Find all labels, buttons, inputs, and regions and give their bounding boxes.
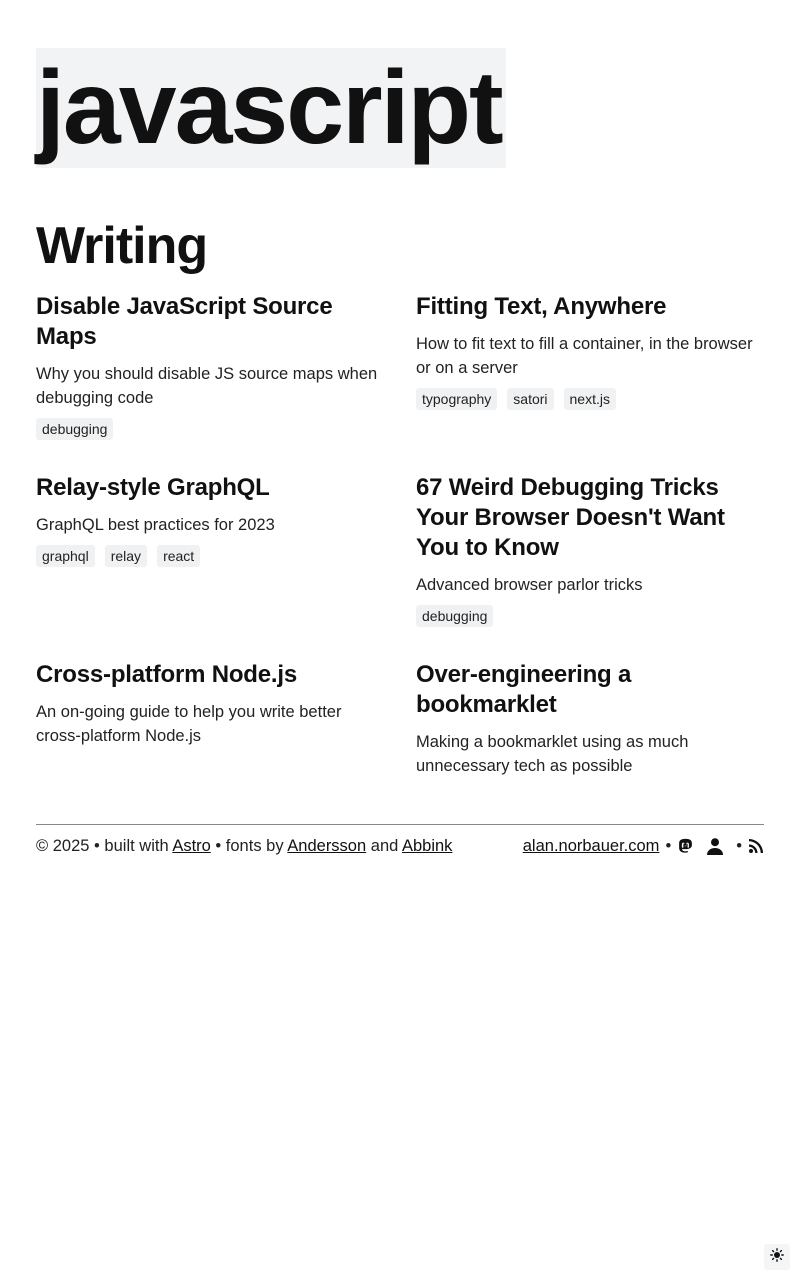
post-card[interactable]: Cross-platform Node.js An on-going guide… bbox=[36, 660, 384, 748]
tag-list: graphql relay react bbox=[36, 545, 384, 567]
person-icon[interactable] bbox=[706, 837, 724, 855]
post-card[interactable]: Disable JavaScript Source Maps Why you s… bbox=[36, 292, 384, 440]
post-title[interactable]: Fitting Text, Anywhere bbox=[416, 292, 764, 322]
built-with-text: built with bbox=[104, 837, 169, 855]
separator: • bbox=[215, 837, 222, 855]
astro-link[interactable]: Astro bbox=[172, 837, 211, 855]
tag[interactable]: debugging bbox=[36, 418, 114, 440]
andersson-link[interactable]: Andersson bbox=[287, 837, 366, 855]
post-card[interactable]: 67 Weird Debugging Tricks Your Browser D… bbox=[416, 473, 764, 627]
tag[interactable]: next.js bbox=[563, 388, 616, 410]
tag-list: debugging bbox=[36, 418, 384, 440]
footer: © 2025 • built with Astro • fonts by And… bbox=[36, 824, 764, 857]
post-title[interactable]: Over-engineering a bookmarklet bbox=[416, 660, 764, 720]
post-title[interactable]: 67 Weird Debugging Tricks Your Browser D… bbox=[416, 473, 764, 563]
fonts-by-text: fonts by bbox=[225, 837, 284, 855]
post-description: Why you should disable JS source maps wh… bbox=[36, 365, 378, 407]
tag[interactable]: relay bbox=[104, 545, 148, 567]
tag-list: typography satori next.js bbox=[416, 388, 764, 410]
separator: • bbox=[94, 837, 100, 855]
post-description: An on-going guide to help you write bett… bbox=[36, 703, 342, 745]
hero-banner: javascript bbox=[36, 48, 506, 168]
post-description: How to fit text to fill a container, in … bbox=[416, 335, 753, 377]
tag[interactable]: react bbox=[157, 545, 201, 567]
footer-links: alan.norbauer.com • • bbox=[523, 835, 764, 857]
sun-icon bbox=[770, 1247, 784, 1267]
tag[interactable]: typography bbox=[416, 388, 498, 410]
separator: • bbox=[665, 837, 672, 855]
post-description: Advanced browser parlor tricks bbox=[416, 576, 643, 594]
tag[interactable]: satori bbox=[507, 388, 554, 410]
abbink-link[interactable]: Abbink bbox=[402, 837, 452, 855]
tag[interactable]: graphql bbox=[36, 545, 95, 567]
theme-toggle-button[interactable] bbox=[764, 1244, 790, 1270]
post-card[interactable]: Relay-style GraphQL GraphQL best practic… bbox=[36, 473, 384, 567]
footer-credits: © 2025 • built with Astro • fonts by And… bbox=[36, 835, 452, 857]
post-title[interactable]: Cross-platform Node.js bbox=[36, 660, 384, 690]
post-card[interactable]: Fitting Text, Anywhere How to fit text t… bbox=[416, 292, 764, 410]
post-description: Making a bookmarklet using as much unnec… bbox=[416, 733, 689, 775]
tag[interactable]: debugging bbox=[416, 605, 494, 627]
post-title[interactable]: Disable JavaScript Source Maps bbox=[36, 292, 384, 352]
site-link[interactable]: alan.norbauer.com bbox=[523, 835, 660, 857]
post-card[interactable]: Over-engineering a bookmarklet Making a … bbox=[416, 660, 764, 778]
tag-list: debugging bbox=[416, 605, 764, 627]
post-title[interactable]: Relay-style GraphQL bbox=[36, 473, 384, 503]
post-description: GraphQL best practices for 2023 bbox=[36, 516, 275, 534]
section-title: Writing bbox=[36, 217, 208, 275]
copyright-text: © 2025 bbox=[36, 837, 90, 855]
mastodon-icon[interactable] bbox=[677, 838, 694, 855]
separator: • bbox=[736, 837, 742, 855]
rss-icon[interactable] bbox=[748, 838, 764, 854]
and-text: and bbox=[370, 837, 399, 855]
hero-title: javascript bbox=[36, 48, 506, 168]
